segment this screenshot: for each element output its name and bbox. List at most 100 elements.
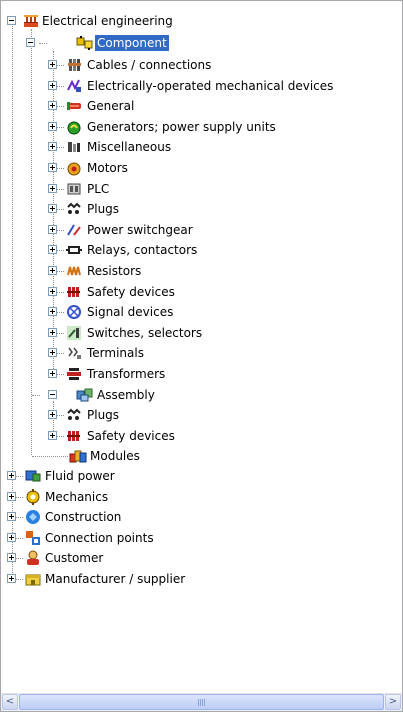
tree-node-label[interactable]: PLC (85, 181, 111, 197)
tree-node[interactable]: Miscellaneous (1, 137, 402, 157)
tree-node-label[interactable]: Fluid power (43, 468, 117, 484)
tree-node[interactable]: Terminals (1, 343, 402, 363)
modules-icon (69, 448, 87, 464)
expand-toggle[interactable] (48, 266, 57, 275)
expand-toggle[interactable] (7, 471, 16, 480)
tree-node[interactable]: Cables / connections (1, 55, 402, 75)
expand-toggle[interactable] (48, 80, 57, 90)
tree-node-component[interactable]: Component (1, 33, 402, 53)
tree-node[interactable]: Customer (1, 548, 402, 568)
tree-node-label[interactable]: Electrically-operated mechanical devices (85, 78, 335, 94)
tree-node[interactable]: Resistors (1, 261, 402, 281)
expand-toggle[interactable] (7, 512, 16, 522)
tree-node-label[interactable]: Miscellaneous (85, 139, 173, 155)
tree-node[interactable]: Electrically-operated mechanical devices (1, 76, 402, 96)
tree-view-window: Electrical engineering Component Cables … (0, 0, 403, 712)
tree-node[interactable]: General (1, 96, 402, 116)
collapse-toggle[interactable] (7, 16, 16, 25)
tree-node-label[interactable]: Generators; power supply units (85, 119, 278, 135)
tree-node[interactable]: Transformers (1, 364, 402, 384)
tree-node[interactable]: Safety devices (1, 426, 402, 446)
cable-icon (66, 57, 82, 73)
collapse-toggle[interactable] (48, 390, 57, 399)
tree-node-label[interactable]: Terminals (85, 345, 146, 361)
tree-node-label[interactable]: Relays, contactors (85, 242, 199, 258)
tree-node-label[interactable]: General (85, 98, 136, 114)
expand-toggle[interactable] (48, 224, 57, 234)
expand-toggle[interactable] (48, 183, 57, 193)
tree-node-label[interactable]: Electrical engineering (40, 13, 175, 29)
tree-node-label[interactable]: Component (95, 35, 169, 51)
tree-node-assembly[interactable]: Assembly (1, 385, 402, 405)
tree-node-label[interactable]: Power switchgear (85, 222, 195, 238)
tree-node-label[interactable]: Motors (85, 160, 130, 176)
tree-node[interactable]: Safety devices (1, 282, 402, 302)
expand-toggle[interactable] (7, 532, 16, 542)
tree-node-label[interactable]: Transformers (85, 366, 167, 382)
tree-node[interactable]: Generators; power supply units (1, 117, 402, 137)
mechanics-icon (25, 488, 41, 505)
tree-node[interactable]: Motors (1, 158, 402, 178)
expand-toggle[interactable] (48, 142, 57, 152)
tree-node[interactable]: Manufacturer / supplier (1, 569, 402, 589)
tree-node[interactable]: Power switchgear (1, 220, 402, 240)
connector-line (32, 395, 40, 396)
switch-icon (66, 325, 82, 341)
expand-toggle[interactable] (48, 60, 57, 69)
tree-node-label[interactable]: Customer (43, 550, 105, 566)
expand-toggle[interactable] (48, 327, 57, 337)
tree-node-label[interactable]: Signal devices (85, 304, 175, 320)
expand-toggle[interactable] (48, 204, 57, 214)
tree-node-label[interactable]: Switches, selectors (85, 325, 204, 341)
signal-device-icon (66, 304, 82, 320)
relay-icon (66, 242, 82, 258)
expand-toggle[interactable] (48, 307, 57, 317)
terminal-icon (66, 345, 82, 361)
tree-node-label[interactable]: Plugs (85, 201, 121, 217)
tree-node[interactable]: PLC (1, 179, 402, 199)
tree-view[interactable]: Electrical engineering Component Cables … (1, 1, 402, 691)
expand-toggle[interactable] (48, 245, 57, 255)
expand-toggle[interactable] (48, 410, 57, 419)
scroll-left-button[interactable]: < (2, 694, 18, 710)
tree-node-modules[interactable]: Modules (1, 446, 402, 466)
tree-node-label[interactable]: Cables / connections (85, 57, 213, 73)
tree-node-label[interactable]: Construction (43, 509, 123, 525)
plug-icon (66, 407, 82, 423)
tree-node[interactable]: Fluid power (1, 466, 402, 486)
horizontal-scrollbar[interactable]: < > (1, 693, 402, 711)
scrollbar-thumb[interactable] (19, 694, 384, 710)
expand-toggle[interactable] (7, 574, 16, 583)
tree-node[interactable]: Switches, selectors (1, 323, 402, 343)
expand-toggle[interactable] (48, 286, 57, 296)
tree-node-label[interactable]: Mechanics (43, 489, 110, 505)
expand-toggle[interactable] (48, 101, 57, 111)
expand-toggle[interactable] (48, 348, 57, 358)
tree-node-label[interactable]: Safety devices (85, 428, 177, 444)
expand-toggle[interactable] (48, 163, 57, 172)
tree-node[interactable]: Construction (1, 507, 402, 527)
tree-node-label[interactable]: Plugs (85, 407, 121, 423)
tree-node-label[interactable]: Assembly (95, 387, 157, 403)
collapse-toggle[interactable] (26, 38, 35, 47)
scroll-right-button[interactable]: > (385, 694, 401, 710)
expand-toggle[interactable] (7, 491, 16, 501)
expand-toggle[interactable] (48, 430, 57, 440)
tree-node-electrical-engineering[interactable]: Electrical engineering (1, 11, 402, 31)
tree-node[interactable]: Plugs (1, 199, 402, 219)
tree-node-label[interactable]: Manufacturer / supplier (43, 571, 187, 587)
tree-node-label[interactable]: Modules (88, 448, 142, 464)
tree-node[interactable]: Mechanics (1, 487, 402, 507)
tree-node[interactable]: Relays, contactors (1, 240, 402, 260)
tree-node[interactable]: Plugs (1, 405, 402, 425)
transformer-icon (66, 366, 82, 382)
expand-toggle[interactable] (48, 121, 57, 131)
tree-node-label[interactable]: Resistors (85, 263, 143, 279)
expand-toggle[interactable] (48, 369, 57, 378)
tree-node[interactable]: Connection points (1, 528, 402, 548)
chevron-left-icon: < (5, 696, 15, 707)
tree-node-label[interactable]: Connection points (43, 530, 156, 546)
expand-toggle[interactable] (7, 553, 16, 563)
tree-node[interactable]: Signal devices (1, 302, 402, 322)
tree-node-label[interactable]: Safety devices (85, 284, 177, 300)
